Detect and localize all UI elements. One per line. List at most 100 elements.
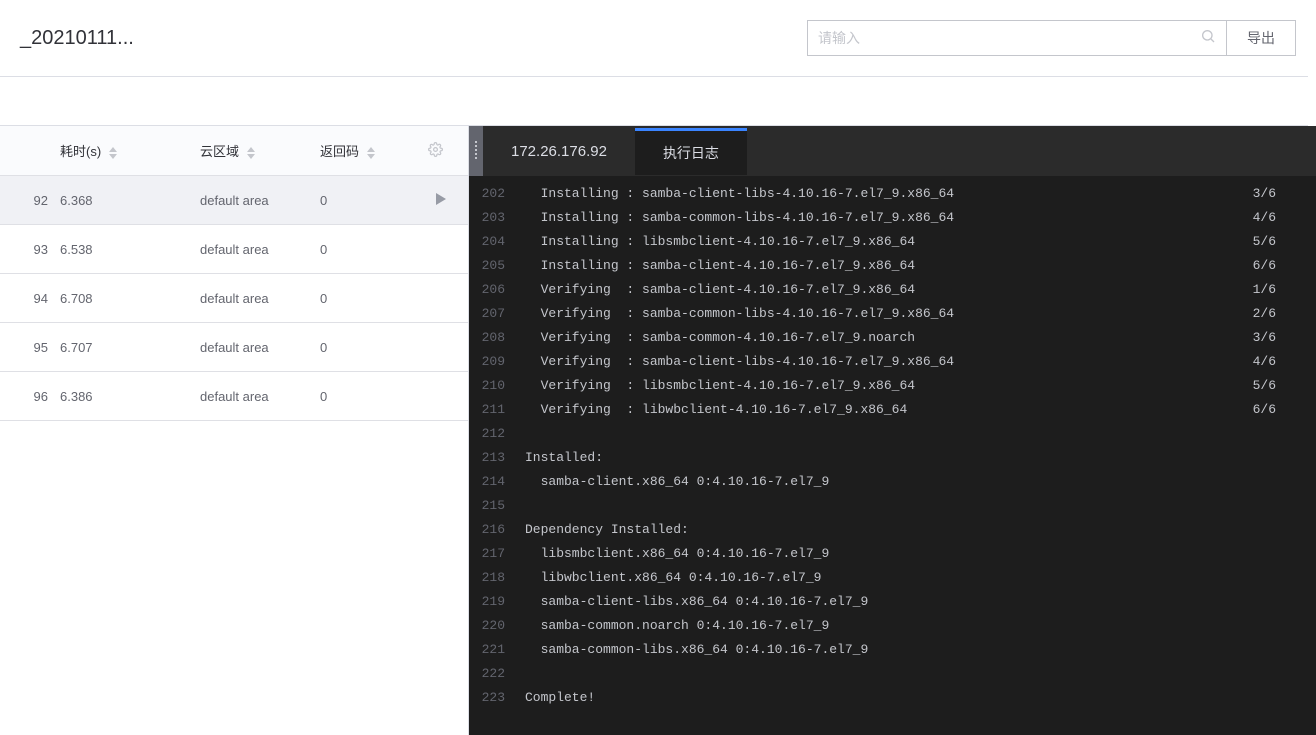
line-number: 217 (469, 542, 525, 566)
main-content: 耗时(s) 云区域 返回码 (0, 126, 1316, 735)
line-number: 221 (469, 638, 525, 662)
header-actions: 导出 (807, 20, 1296, 56)
log-panel: 172.26.176.92 执行日志 202 Installing : samb… (468, 126, 1316, 735)
log-content[interactable]: 202 Installing : samba-client-libs-4.10.… (469, 176, 1316, 735)
gear-icon[interactable] (428, 145, 443, 160)
cell-time: 6.368 (60, 193, 200, 208)
line-number: 214 (469, 470, 525, 494)
log-line: 208 Verifying : samba-common-4.10.16-7.e… (469, 326, 1316, 350)
log-line: 217 libsmbclient.x86_64 0:4.10.16-7.el7_… (469, 542, 1316, 566)
line-number: 210 (469, 374, 525, 398)
line-text: Installing : libsmbclient-4.10.16-7.el7_… (525, 230, 1253, 254)
line-number: 223 (469, 686, 525, 710)
cell-id: 92 (0, 193, 60, 208)
col-header-code[interactable]: 返回码 (320, 141, 410, 160)
table-row[interactable]: 926.368default area0 (0, 176, 468, 225)
log-line: 216Dependency Installed: (469, 518, 1316, 542)
export-button[interactable]: 导出 (1227, 20, 1296, 56)
sort-icon[interactable] (367, 147, 375, 159)
sort-icon[interactable] (109, 147, 117, 159)
cell-time: 6.708 (60, 291, 200, 306)
sort-icon[interactable] (247, 147, 255, 159)
log-line: 210 Verifying : libsmbclient-4.10.16-7.e… (469, 374, 1316, 398)
cell-id: 93 (0, 242, 60, 257)
line-progress: 5/6 (1253, 230, 1316, 254)
line-progress: 6/6 (1253, 254, 1316, 278)
line-number: 216 (469, 518, 525, 542)
line-text: Installed: (525, 446, 1316, 470)
log-line: 203 Installing : samba-common-libs-4.10.… (469, 206, 1316, 230)
cell-time: 6.386 (60, 389, 200, 404)
log-line: 219 samba-client-libs.x86_64 0:4.10.16-7… (469, 590, 1316, 614)
search-box[interactable] (807, 20, 1227, 56)
play-icon[interactable] (436, 193, 446, 208)
line-number: 209 (469, 350, 525, 374)
line-number: 202 (469, 182, 525, 206)
cell-area: default area (200, 242, 320, 257)
line-number: 208 (469, 326, 525, 350)
tab-ip[interactable]: 172.26.176.92 (483, 126, 635, 176)
cell-code: 0 (320, 389, 410, 404)
line-number: 215 (469, 494, 525, 518)
line-text: Installing : samba-client-4.10.16-7.el7_… (525, 254, 1253, 278)
table-row[interactable]: 956.707default area0 (0, 323, 468, 372)
col-header-time[interactable]: 耗时(s) (60, 141, 200, 160)
log-line: 209 Verifying : samba-client-libs-4.10.1… (469, 350, 1316, 374)
drag-handle-icon[interactable] (469, 126, 483, 176)
log-line: 204 Installing : libsmbclient-4.10.16-7.… (469, 230, 1316, 254)
left-panel: 耗时(s) 云区域 返回码 (0, 126, 468, 735)
line-number: 204 (469, 230, 525, 254)
line-number: 222 (469, 662, 525, 686)
cell-id: 96 (0, 389, 60, 404)
line-text: Verifying : samba-common-libs-4.10.16-7.… (525, 302, 1253, 326)
col-header-settings[interactable] (410, 142, 460, 160)
tab-bar (0, 76, 1308, 126)
line-number: 219 (469, 590, 525, 614)
log-line: 211 Verifying : libwbclient-4.10.16-7.el… (469, 398, 1316, 422)
line-text: Installing : samba-client-libs-4.10.16-7… (525, 182, 1253, 206)
line-progress: 4/6 (1253, 350, 1316, 374)
col-header-area[interactable]: 云区域 (200, 141, 320, 160)
line-text (525, 662, 1316, 686)
line-text: samba-common-libs.x86_64 0:4.10.16-7.el7… (525, 638, 1316, 662)
line-text: samba-client-libs.x86_64 0:4.10.16-7.el7… (525, 590, 1316, 614)
line-number: 212 (469, 422, 525, 446)
cell-area: default area (200, 291, 320, 306)
table-row[interactable]: 946.708default area0 (0, 274, 468, 323)
log-panel-tabs: 172.26.176.92 执行日志 (469, 126, 1316, 176)
tab-execution-log[interactable]: 执行日志 (635, 128, 747, 175)
search-icon[interactable] (1200, 28, 1216, 49)
log-line: 212 (469, 422, 1316, 446)
search-input[interactable] (818, 30, 1200, 46)
line-progress: 5/6 (1253, 374, 1316, 398)
log-line: 223Complete! (469, 686, 1316, 710)
line-number: 211 (469, 398, 525, 422)
cell-id: 95 (0, 340, 60, 355)
line-number: 213 (469, 446, 525, 470)
line-progress: 3/6 (1253, 182, 1316, 206)
line-text: samba-common.noarch 0:4.10.16-7.el7_9 (525, 614, 1316, 638)
page-title: _20210111... (20, 27, 134, 50)
line-text: Verifying : samba-client-4.10.16-7.el7_9… (525, 278, 1253, 302)
log-line: 222 (469, 662, 1316, 686)
line-text: Verifying : libsmbclient-4.10.16-7.el7_9… (525, 374, 1253, 398)
line-text: Dependency Installed: (525, 518, 1316, 542)
line-number: 206 (469, 278, 525, 302)
cell-code: 0 (320, 291, 410, 306)
cell-time: 6.707 (60, 340, 200, 355)
line-progress: 2/6 (1253, 302, 1316, 326)
log-line: 206 Verifying : samba-client-4.10.16-7.e… (469, 278, 1316, 302)
cell-code: 0 (320, 242, 410, 257)
line-progress: 3/6 (1253, 326, 1316, 350)
line-text: samba-client.x86_64 0:4.10.16-7.el7_9 (525, 470, 1316, 494)
table-body: 926.368default area0936.538default area0… (0, 176, 468, 421)
line-text: Verifying : samba-common-4.10.16-7.el7_9… (525, 326, 1253, 350)
table-row[interactable]: 936.538default area0 (0, 225, 468, 274)
cell-area: default area (200, 340, 320, 355)
log-line: 205 Installing : samba-client-4.10.16-7.… (469, 254, 1316, 278)
line-number: 203 (469, 206, 525, 230)
line-number: 220 (469, 614, 525, 638)
log-line: 202 Installing : samba-client-libs-4.10.… (469, 182, 1316, 206)
table-row[interactable]: 966.386default area0 (0, 372, 468, 421)
cell-area: default area (200, 389, 320, 404)
